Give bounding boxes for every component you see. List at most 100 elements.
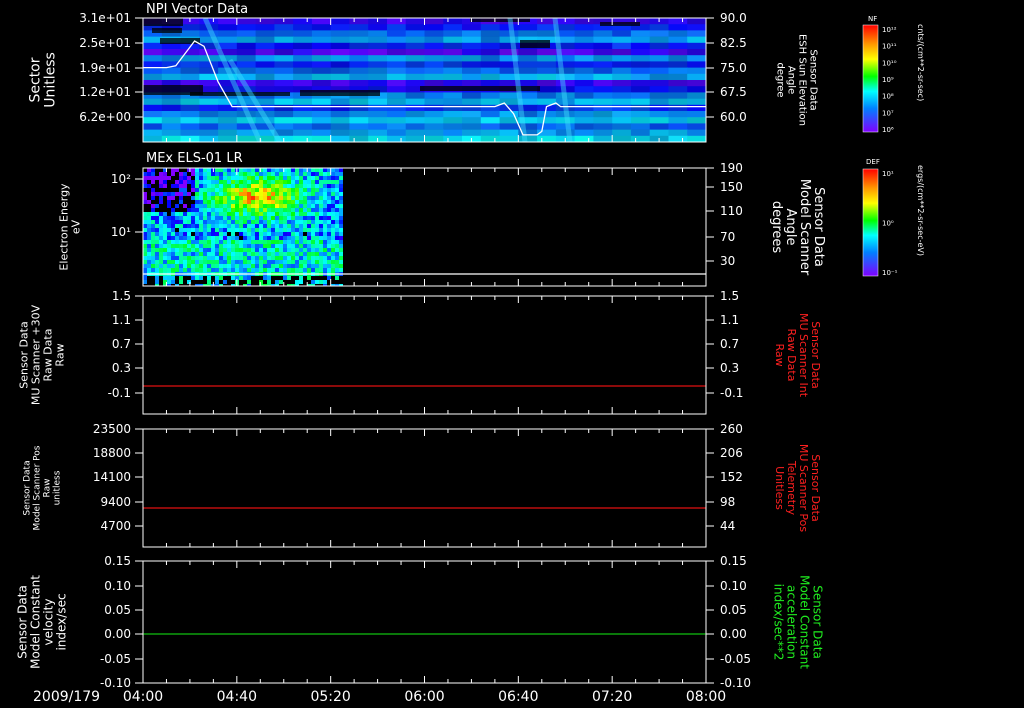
left-axis-label: Sensor Data Model Scanner Pos Raw unitless — [23, 445, 63, 530]
heatmap-cell — [480, 117, 501, 124]
heatmap-cell — [271, 184, 275, 188]
heatmap-cell — [143, 280, 147, 284]
heatmap-cell — [147, 260, 151, 264]
heatmap-cell — [271, 240, 275, 244]
heatmap-cell — [349, 30, 369, 37]
heatmap-cell — [480, 67, 501, 75]
heatmap-cell — [271, 224, 275, 228]
heatmap-cell — [387, 61, 407, 68]
heatmap-cell — [291, 188, 295, 192]
heatmap-cell — [271, 216, 275, 220]
heatmap-cell — [167, 224, 171, 228]
heatmap-cell — [668, 36, 688, 44]
heatmap-cell — [295, 268, 299, 272]
heatmap-cell — [247, 248, 251, 252]
heatmap-cell — [207, 240, 211, 244]
heatmap-cell — [215, 192, 219, 196]
heatmap-cell — [159, 176, 163, 180]
heatmap-cell — [231, 236, 235, 240]
heatmap-cell — [319, 264, 323, 268]
heatmap-cell — [315, 188, 319, 192]
heatmap-cell — [211, 220, 215, 224]
heatmap-cell — [291, 260, 295, 264]
heatmap-cell — [179, 280, 183, 284]
heatmap-cell — [151, 244, 155, 248]
heatmap-cell — [211, 244, 215, 248]
heatmap-cell — [243, 252, 247, 256]
left-tick-label: 9400 — [100, 495, 131, 509]
heatmap-cell — [443, 42, 463, 50]
heatmap-cell — [443, 18, 463, 25]
right-axis-label-line: Raw — [773, 343, 786, 366]
heatmap-cell — [319, 236, 323, 240]
heatmap-cell — [211, 172, 215, 176]
heatmap-cell — [307, 260, 311, 264]
heatmap-cell — [349, 111, 369, 118]
heatmap-cell — [159, 252, 163, 256]
heatmap-cell — [223, 208, 227, 212]
heatmap-cell — [155, 216, 159, 220]
heatmap-cell — [462, 30, 482, 37]
heatmap-cell — [275, 216, 279, 220]
heatmap-cell — [649, 36, 670, 44]
heatmap-cell — [330, 98, 351, 106]
heatmap-cell — [275, 172, 279, 176]
heatmap-cell — [327, 192, 331, 196]
heatmap-cell — [203, 180, 207, 184]
heatmap-cell — [247, 264, 251, 268]
heatmap-cell — [179, 244, 183, 248]
heatmap-cell — [499, 111, 519, 118]
heatmap-cell — [330, 117, 351, 124]
heatmap-cell — [405, 73, 426, 81]
heatmap-cell — [203, 260, 207, 264]
heatmap-cell — [279, 204, 283, 208]
heatmap-cell — [207, 264, 211, 268]
heatmap-cell — [195, 264, 199, 268]
heatmap-cell — [163, 212, 167, 216]
heatmap-cell — [236, 49, 257, 56]
heatmap-cell — [267, 204, 271, 208]
heatmap-cell — [227, 212, 231, 216]
heatmap-cell — [537, 86, 557, 93]
heatmap-cell — [203, 196, 207, 200]
heatmap-cell — [227, 244, 231, 248]
heatmap-cell — [195, 184, 199, 188]
heatmap-cell — [191, 212, 195, 216]
heatmap-cell — [239, 244, 243, 248]
heatmap-cell — [251, 172, 255, 176]
heatmap-cell — [239, 200, 243, 204]
heatmap-cell — [537, 73, 557, 81]
panel-mex-els: MEx ELS-01 LR 10²10¹ 1901501107030 Elect… — [58, 151, 826, 287]
heatmap-cell — [159, 172, 163, 176]
heatmap-cell — [175, 264, 179, 268]
heatmap-cell — [211, 204, 215, 208]
heatmap-cell — [279, 192, 283, 196]
heatmap-cell — [687, 129, 706, 137]
heatmap-cell — [223, 248, 227, 252]
heatmap-cell — [323, 228, 327, 232]
heatmap-cell — [349, 49, 369, 56]
heatmap-cell — [323, 244, 327, 248]
right-axis-label: Sensor DataModel ScannerAngledegrees — [769, 179, 826, 276]
heatmap-cell — [283, 240, 287, 244]
heatmap-cell — [247, 236, 251, 240]
heatmap-cell — [143, 135, 163, 142]
right-tick-label: 1.5 — [720, 289, 739, 303]
heatmap-cell — [243, 224, 247, 228]
heatmap-cell — [687, 55, 706, 62]
left-tick-label: -0.1 — [108, 386, 131, 400]
heatmap-cell — [274, 30, 294, 37]
heatmap-cell — [251, 256, 255, 260]
heatmap-cell — [462, 117, 482, 124]
heatmap-cell — [287, 252, 291, 256]
heatmap-cell — [271, 188, 275, 192]
heatmap-cell — [499, 123, 519, 130]
heatmap-cell — [311, 111, 332, 118]
heatmap-cell — [239, 184, 243, 188]
heatmap-cell — [387, 55, 407, 62]
heatmap-cell — [195, 208, 199, 212]
heatmap-cell — [443, 123, 463, 130]
heatmap-cell — [387, 49, 407, 56]
left-tick-label: 23500 — [93, 422, 131, 436]
heatmap-cell — [612, 98, 632, 106]
